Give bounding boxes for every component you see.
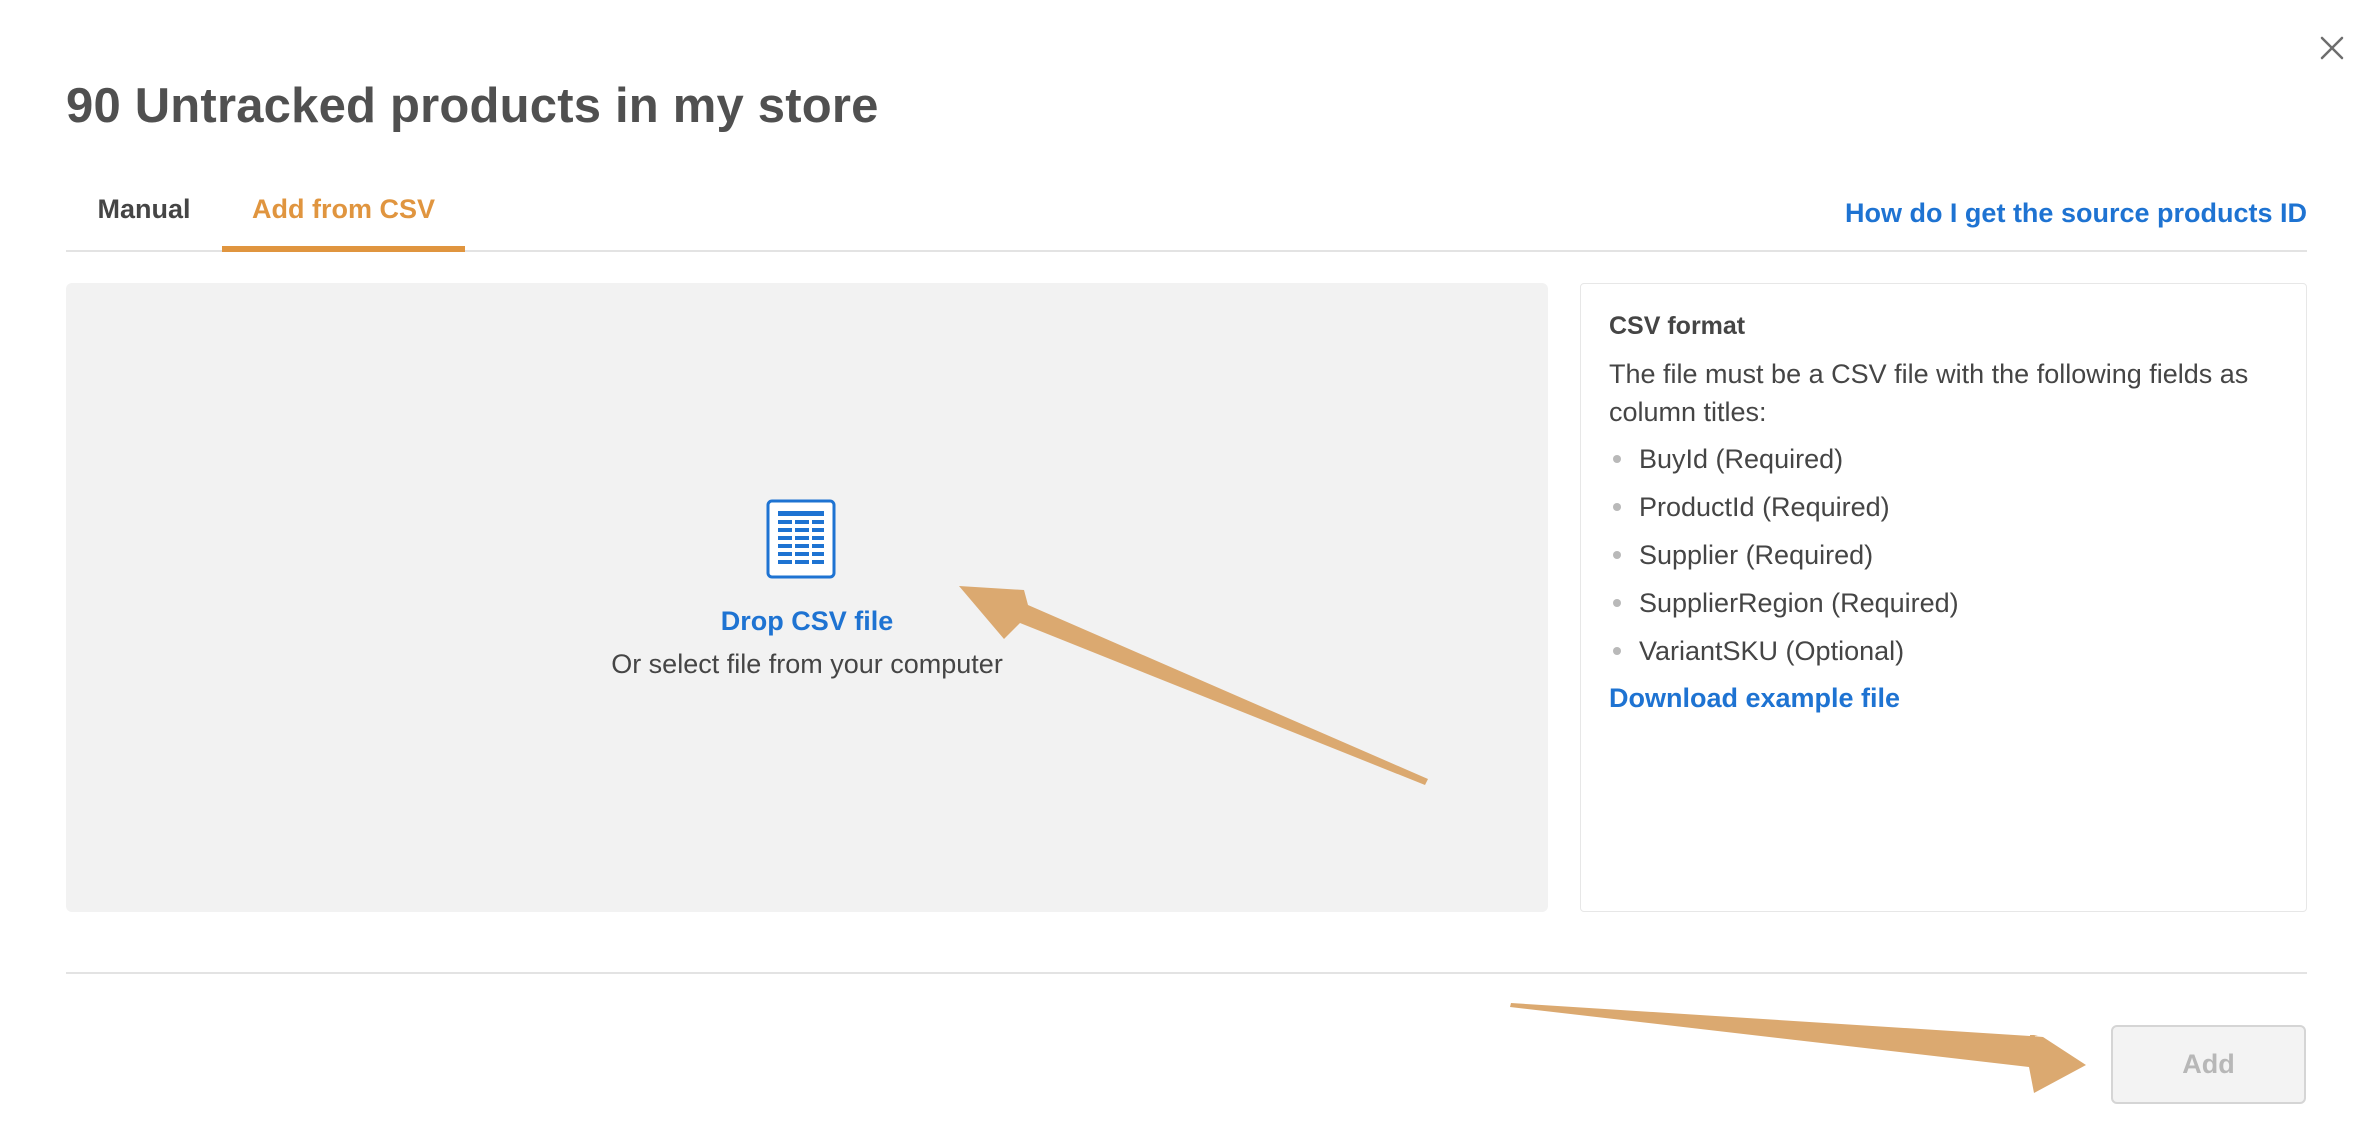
list-item: BuyId (Required)	[1609, 435, 2278, 483]
csv-dropzone[interactable]: Drop CSV file Or select file from your c…	[66, 283, 1548, 912]
bullet-icon	[1613, 503, 1621, 511]
csv-field-list: BuyId (Required) ProductId (Required) Su…	[1609, 435, 2278, 675]
select-file-hint: Or select file from your computer	[611, 649, 1003, 679]
tab-bar: Manual Add from CSV How do I get the sou…	[66, 180, 2307, 252]
field-label: VariantSKU (Optional)	[1639, 636, 1905, 666]
download-example-link[interactable]: Download example file	[1609, 683, 1900, 714]
drop-csv-label[interactable]: Drop CSV file	[66, 606, 1548, 637]
list-item: VariantSKU (Optional)	[1609, 627, 2278, 675]
list-item: ProductId (Required)	[1609, 483, 2278, 531]
arrow-to-add-icon	[1510, 1003, 2086, 1093]
bullet-icon	[1613, 455, 1621, 463]
csv-format-title: CSV format	[1609, 312, 1746, 340]
tab-manual[interactable]: Manual	[66, 180, 222, 248]
tab-add-from-csv[interactable]: Add from CSV	[222, 180, 465, 252]
close-button[interactable]	[2316, 32, 2348, 64]
page-title: 90 Untracked products in my store	[66, 79, 879, 133]
bullet-icon	[1613, 551, 1621, 559]
footer-divider	[66, 972, 2307, 974]
bullet-icon	[1613, 647, 1621, 655]
csv-format-panel: CSV format The file must be a CSV file w…	[1580, 283, 2307, 912]
close-icon	[2320, 36, 2344, 60]
bullet-icon	[1613, 599, 1621, 607]
field-label: Supplier (Required)	[1639, 540, 1874, 570]
field-label: BuyId (Required)	[1639, 444, 1844, 474]
field-label: SupplierRegion (Required)	[1639, 588, 1959, 618]
add-button[interactable]: Add	[2111, 1025, 2306, 1104]
field-label: ProductId (Required)	[1639, 492, 1890, 522]
csv-format-description: The file must be a CSV file with the fol…	[1609, 359, 2249, 427]
list-item: SupplierRegion (Required)	[1609, 579, 2278, 627]
source-products-id-help-link[interactable]: How do I get the source products ID	[1845, 198, 2307, 229]
csv-file-icon	[766, 499, 836, 579]
list-item: Supplier (Required)	[1609, 531, 2278, 579]
